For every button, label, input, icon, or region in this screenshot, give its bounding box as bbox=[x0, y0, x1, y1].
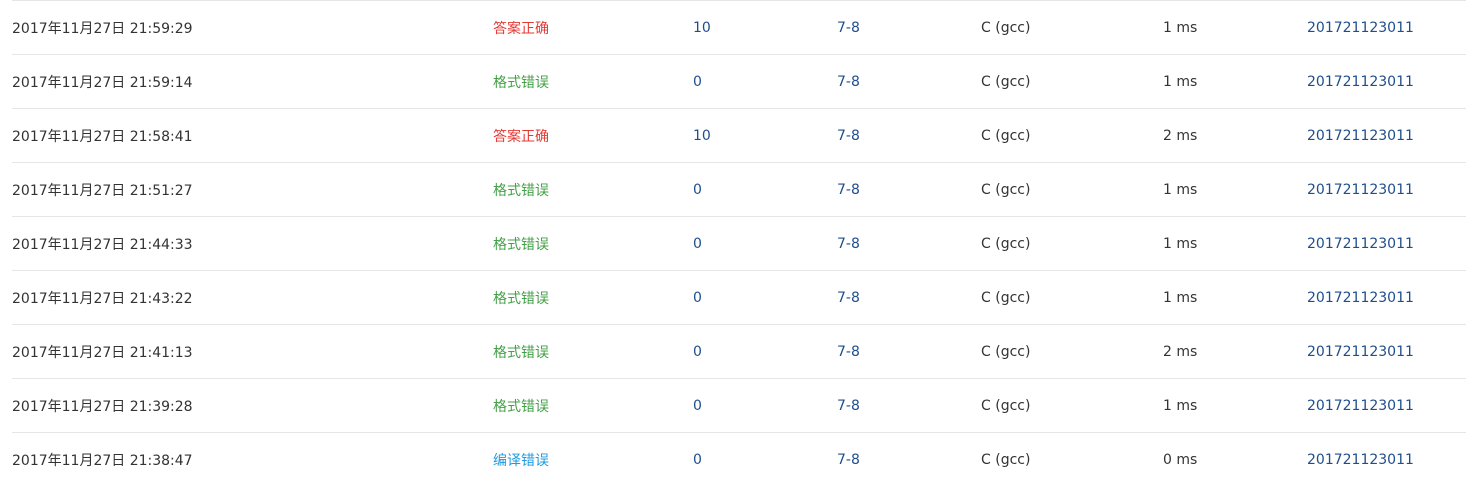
submit-time: 2017年11月27日 21:41:13 bbox=[12, 344, 193, 361]
score-link[interactable]: 0 bbox=[693, 290, 702, 306]
time-used: 1 ms bbox=[1163, 73, 1198, 90]
table-row: 2017年11月27日 21:59:29 答案正确 10 7-8 C (gcc)… bbox=[12, 0, 1466, 55]
user-link[interactable]: 201721123011 bbox=[1307, 128, 1414, 144]
table-row: 2017年11月27日 21:59:14 格式错误 0 7-8 C (gcc) … bbox=[12, 54, 1466, 109]
time-used: 1 ms bbox=[1163, 397, 1198, 414]
table-row: 2017年11月27日 21:58:41 答案正确 10 7-8 C (gcc)… bbox=[12, 108, 1466, 163]
submit-time: 2017年11月27日 21:44:33 bbox=[12, 236, 193, 253]
compiler: C (gcc) bbox=[981, 397, 1031, 414]
problem-link[interactable]: 7-8 bbox=[837, 290, 860, 306]
compiler: C (gcc) bbox=[981, 289, 1031, 306]
status-link[interactable]: 编译错误 bbox=[493, 453, 549, 469]
score-link[interactable]: 10 bbox=[693, 128, 711, 144]
submit-time: 2017年11月27日 21:58:41 bbox=[12, 128, 193, 145]
submit-time: 2017年11月27日 21:59:14 bbox=[12, 74, 193, 91]
time-used: 1 ms bbox=[1163, 19, 1198, 36]
submit-time: 2017年11月27日 21:59:29 bbox=[12, 20, 193, 37]
table-row: 2017年11月27日 21:39:28 格式错误 0 7-8 C (gcc) … bbox=[12, 378, 1466, 433]
compiler: C (gcc) bbox=[981, 127, 1031, 144]
score-link[interactable]: 10 bbox=[693, 20, 711, 36]
submit-time: 2017年11月27日 21:43:22 bbox=[12, 290, 193, 307]
problem-link[interactable]: 7-8 bbox=[837, 452, 860, 468]
user-link[interactable]: 201721123011 bbox=[1307, 398, 1414, 414]
table-row: 2017年11月27日 21:38:47 编译错误 0 7-8 C (gcc) … bbox=[12, 432, 1466, 487]
compiler: C (gcc) bbox=[981, 73, 1031, 90]
score-link[interactable]: 0 bbox=[693, 74, 702, 90]
status-link[interactable]: 格式错误 bbox=[493, 399, 549, 415]
problem-link[interactable]: 7-8 bbox=[837, 182, 860, 198]
user-link[interactable]: 201721123011 bbox=[1307, 182, 1414, 198]
submit-time: 2017年11月27日 21:38:47 bbox=[12, 452, 193, 469]
score-link[interactable]: 0 bbox=[693, 182, 702, 198]
submissions-table-body: 2017年11月27日 21:59:29 答案正确 10 7-8 C (gcc)… bbox=[12, 0, 1466, 487]
submit-time: 2017年11月27日 21:39:28 bbox=[12, 398, 193, 415]
problem-link[interactable]: 7-8 bbox=[837, 236, 860, 252]
time-used: 2 ms bbox=[1163, 343, 1198, 360]
table-row: 2017年11月27日 21:51:27 格式错误 0 7-8 C (gcc) … bbox=[12, 162, 1466, 217]
status-link[interactable]: 格式错误 bbox=[493, 237, 549, 253]
problem-link[interactable]: 7-8 bbox=[837, 344, 860, 360]
score-link[interactable]: 0 bbox=[693, 452, 702, 468]
user-link[interactable]: 201721123011 bbox=[1307, 236, 1414, 252]
submit-time: 2017年11月27日 21:51:27 bbox=[12, 182, 193, 199]
user-link[interactable]: 201721123011 bbox=[1307, 20, 1414, 36]
compiler: C (gcc) bbox=[981, 451, 1031, 468]
submissions-table: 2017年11月27日 21:59:29 答案正确 10 7-8 C (gcc)… bbox=[12, 0, 1466, 487]
status-link[interactable]: 答案正确 bbox=[493, 129, 549, 145]
table-row: 2017年11月27日 21:41:13 格式错误 0 7-8 C (gcc) … bbox=[12, 324, 1466, 379]
problem-link[interactable]: 7-8 bbox=[837, 74, 860, 90]
time-used: 1 ms bbox=[1163, 235, 1198, 252]
user-link[interactable]: 201721123011 bbox=[1307, 290, 1414, 306]
time-used: 1 ms bbox=[1163, 181, 1198, 198]
table-row: 2017年11月27日 21:44:33 格式错误 0 7-8 C (gcc) … bbox=[12, 216, 1466, 271]
compiler: C (gcc) bbox=[981, 235, 1031, 252]
score-link[interactable]: 0 bbox=[693, 236, 702, 252]
time-used: 2 ms bbox=[1163, 127, 1198, 144]
status-link[interactable]: 格式错误 bbox=[493, 75, 549, 91]
problem-link[interactable]: 7-8 bbox=[837, 20, 860, 36]
score-link[interactable]: 0 bbox=[693, 344, 702, 360]
score-link[interactable]: 0 bbox=[693, 398, 702, 414]
submissions-table-container: 2017年11月27日 21:59:29 答案正确 10 7-8 C (gcc)… bbox=[12, 0, 1466, 491]
status-link[interactable]: 答案正确 bbox=[493, 21, 549, 37]
compiler: C (gcc) bbox=[981, 343, 1031, 360]
status-link[interactable]: 格式错误 bbox=[493, 183, 549, 199]
compiler: C (gcc) bbox=[981, 19, 1031, 36]
user-link[interactable]: 201721123011 bbox=[1307, 344, 1414, 360]
problem-link[interactable]: 7-8 bbox=[837, 398, 860, 414]
user-link[interactable]: 201721123011 bbox=[1307, 74, 1414, 90]
status-link[interactable]: 格式错误 bbox=[493, 291, 549, 307]
compiler: C (gcc) bbox=[981, 181, 1031, 198]
time-used: 0 ms bbox=[1163, 451, 1198, 468]
table-row: 2017年11月27日 21:43:22 格式错误 0 7-8 C (gcc) … bbox=[12, 270, 1466, 325]
user-link[interactable]: 201721123011 bbox=[1307, 452, 1414, 468]
problem-link[interactable]: 7-8 bbox=[837, 128, 860, 144]
time-used: 1 ms bbox=[1163, 289, 1198, 306]
status-link[interactable]: 格式错误 bbox=[493, 345, 549, 361]
